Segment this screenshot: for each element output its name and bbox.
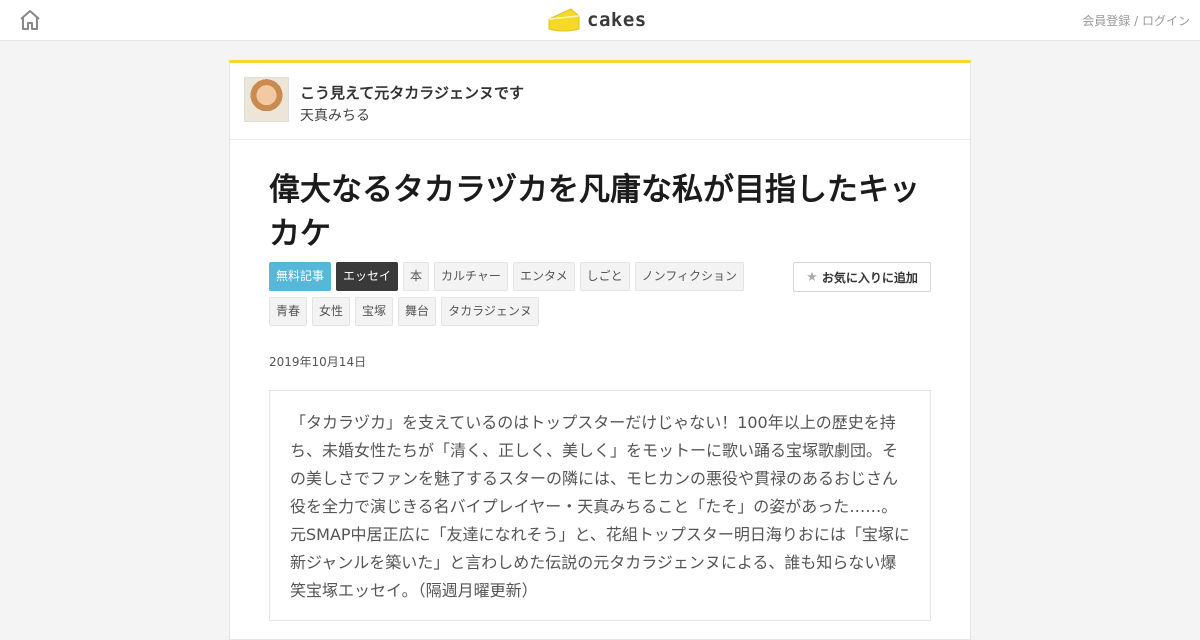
tag-takarasienne[interactable]: タカラジェンヌ	[441, 297, 539, 326]
tag-culture[interactable]: カルチャー	[434, 262, 508, 291]
tag-takarazuka[interactable]: 宝塚	[355, 297, 394, 326]
home-icon[interactable]	[18, 8, 42, 32]
tag-women[interactable]: 女性	[312, 297, 351, 326]
series-header: こう見えて元タカラジェンヌです 天真みちる	[230, 63, 970, 140]
add-favorite-button[interactable]: ★ お気に入りに追加	[793, 262, 931, 292]
register-link[interactable]: 会員登録	[1082, 14, 1130, 28]
tag-list: 無料記事 エッセイ 本 カルチャー エンタメ しごと ノンフィクション 青春 女…	[269, 262, 769, 332]
publish-date: 2019年10月14日	[269, 355, 367, 369]
tag-entertainment[interactable]: エンタメ	[512, 262, 575, 291]
auth-separator: /	[1130, 14, 1142, 28]
article-lead: 「タカラヅカ」を支えているのはトップスターだけじゃない！100年以上の歴史を持ち…	[269, 390, 931, 621]
cheese-logo-icon	[548, 8, 580, 32]
login-link[interactable]: ログイン	[1142, 14, 1190, 28]
tag-youth[interactable]: 青春	[269, 297, 308, 326]
tag-nonfiction[interactable]: ノンフィクション	[634, 262, 744, 291]
author-avatar[interactable]	[244, 77, 289, 122]
top-bar: cakes 会員登録 / ログイン	[0, 0, 1200, 41]
article-title: 偉大なるタカラヅカを凡庸な私が目指したキッカケ	[269, 172, 920, 252]
article-card: こう見えて元タカラジェンヌです 天真みちる 偉大なるタカラヅカを凡庸な私が目指し…	[229, 60, 971, 640]
tag-book[interactable]: 本	[403, 262, 430, 291]
add-favorite-label: お気に入りに追加	[821, 270, 918, 285]
tag-stage[interactable]: 舞台	[398, 297, 437, 326]
star-icon: ★	[806, 269, 818, 285]
series-title[interactable]: こう見えて元タカラジェンヌです	[300, 82, 524, 103]
tag-free-article[interactable]: 無料記事	[269, 262, 332, 291]
cakes-logo[interactable]: cakes	[547, 6, 647, 34]
tag-essay[interactable]: エッセイ	[336, 262, 399, 291]
tag-work[interactable]: しごと	[579, 262, 630, 291]
logo-text: cakes	[587, 9, 647, 31]
author-name[interactable]: 天真みちる	[300, 105, 370, 125]
auth-links: 会員登録 / ログイン	[1082, 12, 1190, 29]
